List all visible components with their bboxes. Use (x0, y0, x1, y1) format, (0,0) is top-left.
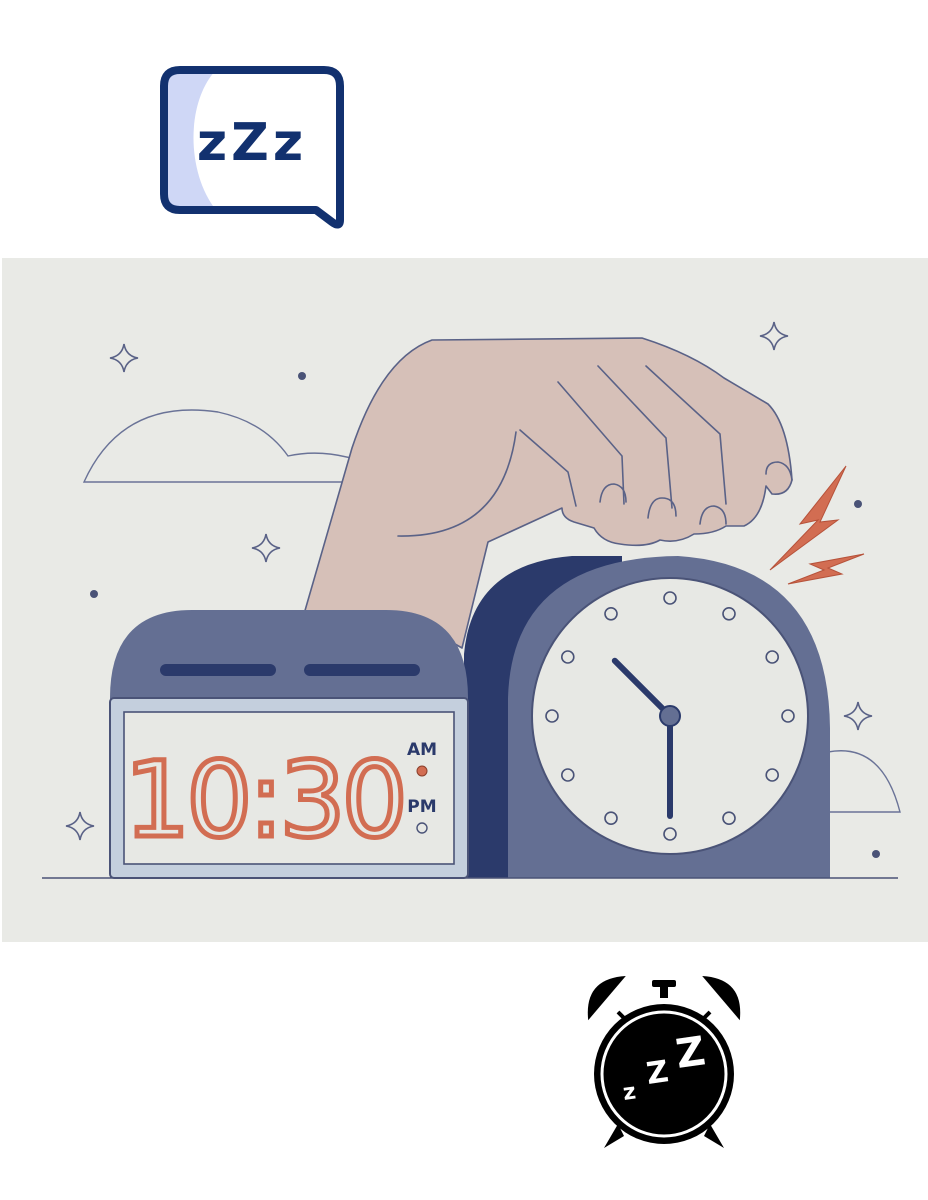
digital-time: 10:30 (124, 739, 404, 861)
snooze-bar (304, 664, 420, 676)
clock-center-pin (659, 705, 681, 727)
clock-hour-marker (722, 606, 736, 621)
clock-hour-marker (560, 650, 575, 664)
clock-hour-marker (560, 768, 575, 782)
digital-clock: 10:30 AM PM (109, 610, 469, 879)
snooze-bar (160, 664, 276, 676)
clock-hour-marker (765, 650, 780, 664)
am-label: AM (407, 740, 437, 760)
clock-hour-marker (663, 591, 677, 605)
sleep-bubble-icon: zZz (160, 66, 344, 229)
clock-hour-marker (545, 709, 559, 723)
am-indicator (416, 765, 428, 777)
snooze-illustration: 10:30 AM PM (2, 258, 928, 942)
pm-label: PM (407, 797, 436, 817)
sleep-bubble-text: zZz (197, 113, 307, 173)
clock-hour-marker (604, 811, 618, 826)
clock-hour-marker (765, 768, 780, 782)
clock-hour-marker (781, 709, 795, 723)
analog-clock (464, 556, 830, 878)
clock-hour-marker (604, 606, 618, 621)
clock-hour-marker (663, 827, 677, 841)
clock-hour-marker (722, 811, 736, 826)
alarm-clock-sleep-icon: z Z Z (587, 976, 741, 1148)
